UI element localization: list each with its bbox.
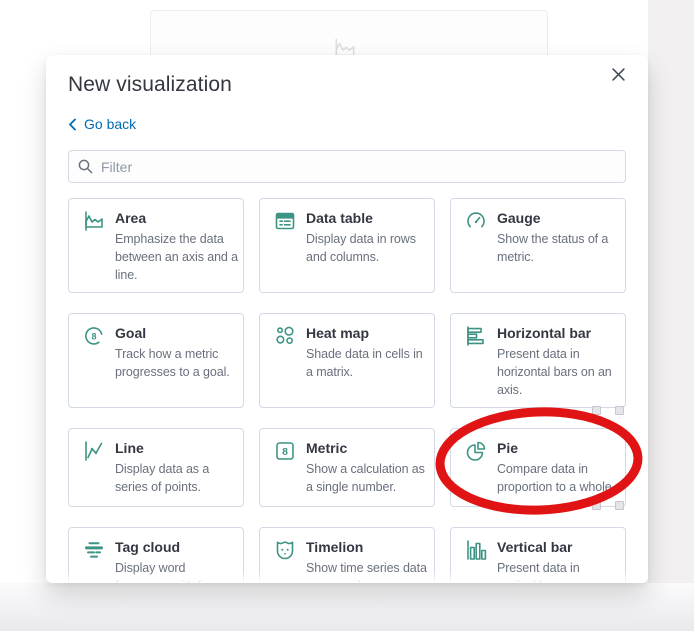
data-table-icon: [273, 209, 297, 233]
vis-card-data-table[interactable]: Data table Display data in rows and colu…: [259, 198, 435, 293]
vis-type-grid: Area Emphasize the data between an axis …: [68, 198, 626, 583]
vis-card-description: Show a calculation as a single number.: [306, 462, 425, 494]
vis-card-metric[interactable]: Metric Show a calculation as a single nu…: [259, 428, 435, 507]
vis-card-description: Present data in vertical bars on an axis…: [497, 561, 597, 583]
vis-card-title: Goal: [115, 325, 147, 341]
vis-card-vertical-bar[interactable]: Vertical bar Present data in vertical ba…: [450, 527, 626, 583]
vis-card-line[interactable]: Line Display data as a series of points.: [68, 428, 244, 507]
filter-field: [68, 150, 626, 183]
vis-card-description: Display data in rows and columns.: [306, 232, 416, 264]
pie-chart-icon: [464, 439, 488, 463]
vertical-bar-icon: [464, 538, 488, 562]
vis-card-area[interactable]: Area Emphasize the data between an axis …: [68, 198, 244, 293]
page-background-bottom: [0, 583, 694, 631]
vis-card-description: Show the status of a metric.: [497, 232, 609, 264]
vis-card-title: Tag cloud: [115, 539, 181, 555]
vis-card-title: Vertical bar: [497, 539, 573, 555]
timelion-icon: [273, 538, 297, 562]
vis-card-horizontal-bar[interactable]: Horizontal bar Present data in horizonta…: [450, 313, 626, 408]
vis-card-title: Timelion: [306, 539, 364, 555]
line-chart-icon: [82, 439, 106, 463]
vis-card-title: Pie: [497, 440, 519, 456]
page-background-right: [648, 0, 694, 631]
annotation-handle: [615, 501, 624, 510]
vis-card-title: Gauge: [497, 210, 541, 226]
vis-card-description: Display data as a series of points.: [115, 462, 210, 494]
annotation-handle: [592, 501, 601, 510]
close-icon: [612, 67, 634, 81]
horizontal-bar-icon: [464, 324, 488, 348]
vis-card-description: Track how a metric progresses to a goal.: [115, 347, 230, 379]
vis-card-timelion[interactable]: Timelion Show time series data on a grap…: [259, 527, 435, 583]
new-visualization-modal: New visualization Go back Area Emphasiz: [46, 55, 648, 583]
vis-card-gauge[interactable]: Gauge Show the status of a metric.: [450, 198, 626, 293]
annotation-handle: [615, 406, 624, 415]
heat-map-icon: [273, 324, 297, 348]
vis-card-description: Present data in horizontal bars on an ax…: [497, 347, 612, 397]
area-chart-icon: [82, 209, 106, 233]
vis-card-title: Heat map: [306, 325, 370, 341]
vis-card-title: Line: [115, 440, 144, 456]
vis-card-title: Horizontal bar: [497, 325, 592, 341]
vis-card-description: Emphasize the data between an axis and a…: [115, 232, 238, 282]
vis-card-tag-cloud[interactable]: Tag cloud Display word frequency with fo…: [68, 527, 244, 583]
vis-card-pie[interactable]: Pie Compare data in proportion to a whol…: [450, 428, 626, 507]
vis-card-title: Data table: [306, 210, 373, 226]
modal-title: New visualization: [68, 73, 232, 96]
gauge-icon: [464, 209, 488, 233]
metric-icon: [273, 439, 297, 463]
vis-card-title: Area: [115, 210, 147, 226]
vis-card-description: Display word frequency with font size.: [115, 561, 218, 583]
chevron-left-icon: [68, 118, 77, 131]
filter-input[interactable]: [68, 150, 626, 183]
go-back-label: Go back: [84, 116, 137, 132]
go-back-link[interactable]: Go back: [68, 116, 136, 132]
vis-card-description: Compare data in proportion to a whole.: [497, 462, 616, 494]
vis-card-title: Metric: [306, 440, 348, 456]
annotation-handle: [592, 406, 601, 415]
vis-card-description: Shade data in cells in a matrix.: [306, 347, 423, 379]
vis-card-heat-map[interactable]: Heat map Shade data in cells in a matrix…: [259, 313, 435, 408]
close-button[interactable]: [612, 63, 634, 85]
goal-icon: [82, 324, 106, 348]
vis-card-description: Show time series data on a graph.: [306, 561, 427, 583]
tag-cloud-icon: [82, 538, 106, 562]
vis-card-goal[interactable]: Goal Track how a metric progresses to a …: [68, 313, 244, 408]
